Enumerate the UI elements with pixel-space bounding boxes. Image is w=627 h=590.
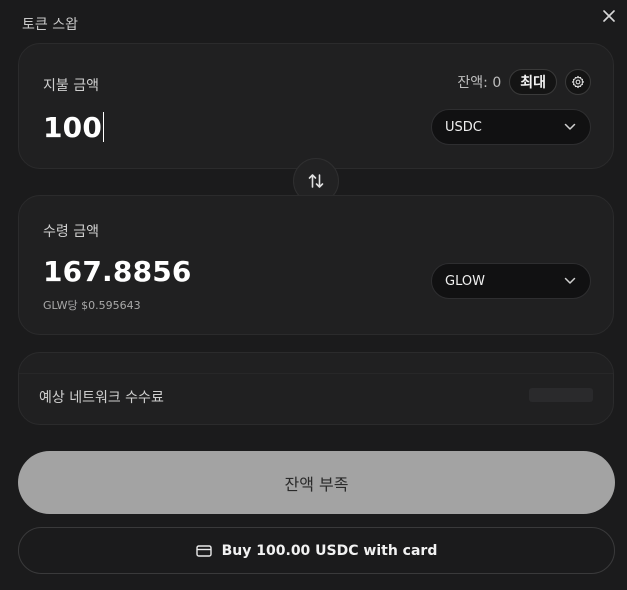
exchange-rate: GLW당 $0.595643 (43, 299, 141, 312)
text-caret (103, 112, 105, 142)
close-button[interactable] (599, 6, 619, 26)
receive-panel: 수령 금액 167.8856 GLW당 $0.595643 GLOW (18, 195, 614, 335)
buy-with-card-label: Buy 100.00 USDC with card (221, 542, 438, 559)
chevron-down-icon (564, 277, 576, 284)
receive-amount: 167.8856 (43, 255, 192, 288)
pay-amount-value: 100 (43, 111, 103, 144)
pay-label: 지불 금액 (43, 78, 99, 94)
pay-amount-input[interactable]: 100 (43, 111, 105, 144)
insufficient-balance-button[interactable]: 잔액 부족 (18, 451, 615, 514)
pay-token-symbol: USDC (445, 119, 482, 135)
credit-card-icon (195, 544, 212, 557)
close-icon (603, 10, 615, 22)
swap-arrows-icon (308, 174, 324, 188)
gear-icon (571, 75, 585, 89)
balance-text: 잔액: 0 (457, 75, 502, 91)
receive-token-symbol: GLOW (445, 273, 485, 289)
receive-token-select[interactable]: GLOW (431, 263, 591, 299)
fee-panel: 예상 네트워크 수수료 (18, 352, 614, 425)
fee-value-placeholder (529, 388, 593, 402)
buy-with-card-button[interactable]: Buy 100.00 USDC with card (18, 527, 615, 574)
balance-row: 잔액: 0 최대 (457, 69, 591, 95)
pay-panel: 지불 금액 잔액: 0 최대 100 USDC (18, 43, 614, 169)
pay-token-select[interactable]: USDC (431, 109, 591, 145)
dialog-title: 토큰 스왑 (22, 17, 78, 33)
settings-button[interactable] (565, 69, 591, 95)
max-button[interactable]: 최대 (509, 69, 557, 95)
fee-label: 예상 네트워크 수수료 (39, 390, 164, 406)
chevron-down-icon (564, 123, 576, 130)
receive-label: 수령 금액 (43, 224, 99, 240)
